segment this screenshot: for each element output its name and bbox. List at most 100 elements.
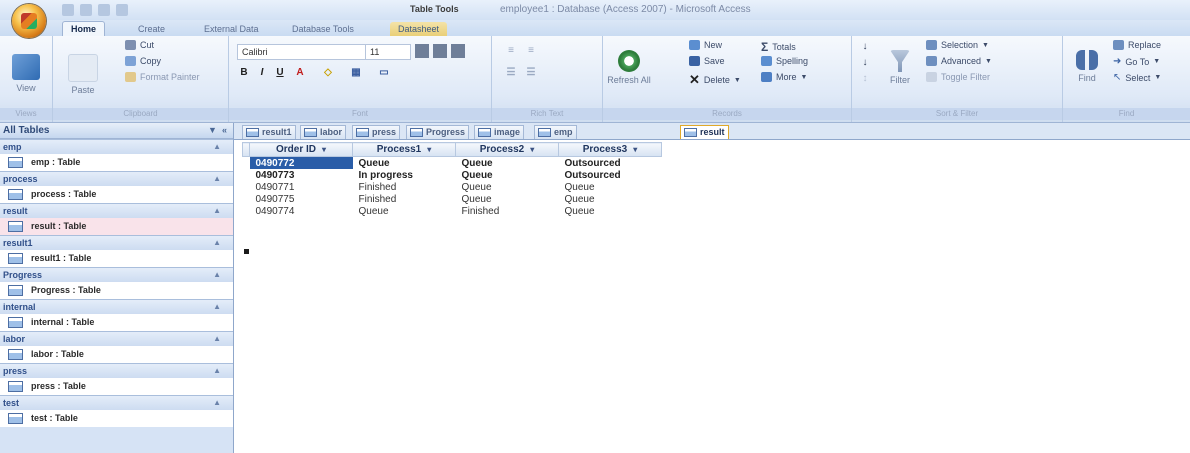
select-button[interactable]: ↖ Select ▼: [1113, 72, 1161, 83]
table-row[interactable]: 0490772 Queue Queue Outsourced: [243, 156, 662, 170]
nav-item-labor[interactable]: labor : Table: [0, 346, 233, 363]
italic-icon[interactable]: I: [255, 66, 269, 80]
nav-group-press[interactable]: press ▲: [0, 363, 233, 378]
nav-item-process[interactable]: process : Table: [0, 186, 233, 203]
table-cell[interactable]: Outsourced: [559, 157, 662, 170]
clear-sort-icon[interactable]: ↕: [858, 72, 872, 86]
more-button[interactable]: More ▼: [761, 72, 807, 82]
column-header-process2[interactable]: Process2 ▾: [455, 142, 559, 157]
find-button[interactable]: Find: [1069, 50, 1105, 83]
refresh-all-button[interactable]: Refresh All: [607, 50, 651, 85]
table-row[interactable]: 0490775 Finished Queue Queue: [243, 193, 662, 205]
table-cell[interactable]: In progress: [353, 169, 456, 181]
tab-external-data[interactable]: External Data: [204, 22, 259, 36]
filter-button[interactable]: Filter: [882, 50, 918, 85]
outdent-icon[interactable]: ≡: [524, 44, 538, 58]
redo-icon[interactable]: [98, 4, 110, 16]
nav-group-test[interactable]: test ▲: [0, 395, 233, 410]
indent-icon[interactable]: ≡: [504, 44, 518, 58]
table-cell[interactable]: Queue: [559, 205, 662, 217]
table-cell[interactable]: Queue: [456, 181, 559, 193]
doc-tab-press[interactable]: press: [352, 125, 401, 139]
new-record-button[interactable]: New: [689, 40, 722, 50]
nav-item-press[interactable]: press : Table: [0, 378, 233, 395]
table-cell[interactable]: Outsourced: [559, 169, 662, 181]
bold-icon[interactable]: B: [237, 66, 251, 80]
table-cell[interactable]: Queue: [456, 169, 559, 181]
totals-button[interactable]: Σ Totals: [761, 40, 796, 54]
save-record-button[interactable]: Save: [689, 56, 725, 66]
table-cell[interactable]: Queue: [456, 157, 559, 170]
save-icon[interactable]: [62, 4, 74, 16]
gridlines-icon[interactable]: ▦: [349, 66, 363, 80]
nav-item-emp[interactable]: emp : Table: [0, 154, 233, 171]
nav-item-internal[interactable]: internal : Table: [0, 314, 233, 331]
table-cell[interactable]: Finished: [456, 205, 559, 217]
format-painter-button[interactable]: Format Painter: [125, 72, 200, 82]
toggle-filter-button[interactable]: Toggle Filter: [926, 72, 990, 82]
view-button[interactable]: View: [8, 54, 44, 93]
nav-item-result[interactable]: result : Table: [0, 218, 233, 235]
tab-datasheet[interactable]: Datasheet: [390, 22, 448, 36]
table-row[interactable]: 0490773 In progress Queue Outsourced: [243, 169, 662, 181]
undo-icon[interactable]: [80, 4, 92, 16]
font-color-icon[interactable]: A: [293, 66, 307, 80]
delete-record-button[interactable]: ✕ Delete ▼: [689, 72, 741, 88]
bullets-icon[interactable]: ☰: [504, 66, 518, 80]
selection-button[interactable]: Selection ▼: [926, 40, 989, 50]
fill-color-icon[interactable]: ◇: [321, 66, 335, 80]
table-cell[interactable]: Queue: [559, 181, 662, 193]
column-header-process1[interactable]: Process1 ▾: [352, 142, 456, 157]
office-button[interactable]: [12, 4, 46, 38]
table-cell[interactable]: 0490771: [250, 181, 353, 193]
goto-button[interactable]: ➜ Go To ▼: [1113, 56, 1160, 67]
spelling-button[interactable]: Spelling: [761, 56, 808, 66]
cut-button[interactable]: Cut: [125, 40, 154, 50]
nav-group-emp[interactable]: emp ▲: [0, 139, 233, 154]
table-row[interactable]: 0490771 Finished Queue Queue: [243, 181, 662, 193]
column-header-process3[interactable]: Process3 ▾: [558, 142, 662, 157]
align-left-icon[interactable]: [415, 44, 429, 58]
row-selector[interactable]: [243, 193, 250, 205]
align-right-icon[interactable]: [451, 44, 465, 58]
table-cell[interactable]: Queue: [559, 193, 662, 205]
tab-create[interactable]: Create: [138, 22, 165, 36]
font-size-select[interactable]: 11: [365, 44, 411, 60]
column-header-order-id[interactable]: Order ID ▾: [249, 142, 353, 157]
sort-descending-icon[interactable]: ↓: [858, 56, 872, 70]
nav-group-internal[interactable]: internal ▲: [0, 299, 233, 314]
chevron-down-icon[interactable]: ▾: [427, 145, 431, 154]
table-cell[interactable]: Queue: [353, 205, 456, 217]
alt-fill-icon[interactable]: ▭: [377, 66, 391, 80]
chevron-down-icon[interactable]: ▾: [530, 145, 534, 154]
table-cell[interactable]: 0490773: [250, 169, 353, 181]
table-cell[interactable]: Queue: [456, 193, 559, 205]
table-cell[interactable]: 0490774: [250, 205, 353, 217]
sort-ascending-icon[interactable]: ↓: [858, 40, 872, 54]
nav-pane-controls[interactable]: ▼ «: [208, 123, 227, 138]
nav-group-process[interactable]: process ▲: [0, 171, 233, 186]
doc-tab-result1[interactable]: result1: [242, 125, 296, 139]
nav-group-result1[interactable]: result1 ▲: [0, 235, 233, 250]
chevron-down-icon[interactable]: ▾: [633, 145, 637, 154]
customize-qat-icon[interactable]: [116, 4, 128, 16]
doc-tab-image[interactable]: image: [474, 125, 525, 139]
nav-item-progress[interactable]: Progress : Table: [0, 282, 233, 299]
nav-group-progress[interactable]: Progress ▲: [0, 267, 233, 282]
numbering-icon[interactable]: ☰: [524, 66, 538, 80]
nav-group-labor[interactable]: labor ▲: [0, 331, 233, 346]
table-cell[interactable]: 0490775: [250, 193, 353, 205]
new-record-marker[interactable]: [244, 249, 249, 254]
table-cell[interactable]: Queue: [353, 157, 456, 170]
doc-tab-progress[interactable]: Progress: [406, 125, 470, 139]
row-selector[interactable]: [243, 169, 250, 181]
paste-button[interactable]: Paste: [65, 54, 101, 95]
advanced-button[interactable]: Advanced ▼: [926, 56, 992, 66]
copy-button[interactable]: Copy: [125, 56, 161, 66]
row-selector[interactable]: [243, 205, 250, 217]
nav-group-result[interactable]: result ▲: [0, 203, 233, 218]
align-center-icon[interactable]: [433, 44, 447, 58]
nav-item-test[interactable]: test : Table: [0, 410, 233, 427]
replace-button[interactable]: Replace: [1113, 40, 1161, 50]
doc-tab-labor[interactable]: labor: [300, 125, 347, 139]
